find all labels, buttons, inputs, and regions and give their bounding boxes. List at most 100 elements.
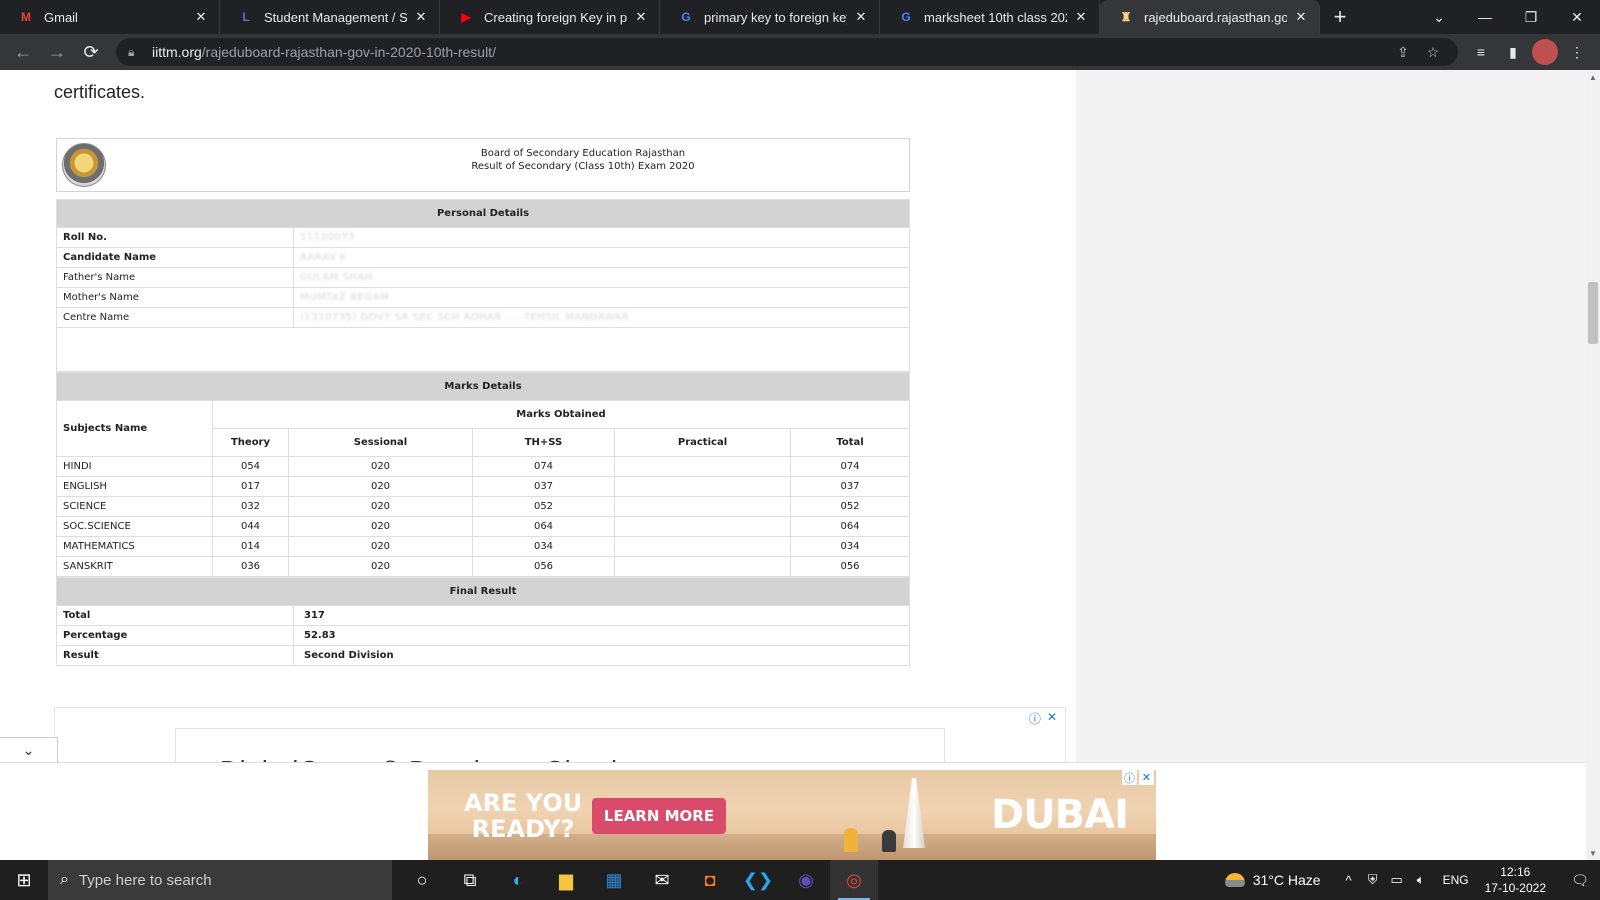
banner-close-icon[interactable]: ✕ — [1139, 770, 1154, 785]
notifications-icon[interactable]: 🗨︎ — [1560, 872, 1600, 889]
total-marks: 064 — [790, 516, 910, 537]
marks-details-heading: Marks Details — [56, 372, 910, 401]
final-row: Percentage 52.83 — [56, 625, 910, 646]
scroll-down-arrow[interactable]: ▼ — [1586, 846, 1600, 860]
sessional-marks: 020 — [288, 456, 473, 477]
sticky-ad-bar: ARE YOU READY? LEARN MORE DUBAI ⓘ ✕ — [0, 762, 1586, 860]
chrome-icon[interactable]: ◎ — [830, 860, 878, 900]
tab-title: Creating foreign Key in phpM — [484, 9, 627, 25]
menu-icon[interactable]: ⋮ — [1564, 39, 1590, 65]
browser-tab[interactable]: M Gmail ✕ — [0, 0, 220, 34]
minimize-button[interactable]: — — [1462, 0, 1508, 34]
share-icon[interactable]: ⇪ — [1390, 39, 1416, 65]
theory-marks: 032 — [212, 496, 289, 517]
back-button[interactable]: ← — [8, 37, 38, 67]
final-result-heading: Final Result — [56, 577, 910, 606]
tab-close-icon[interactable]: ✕ — [1293, 9, 1309, 25]
learn-more-button[interactable]: LEARN MORE — [592, 798, 726, 834]
browser-tab[interactable]: ▶ Creating foreign Key in phpM ✕ — [440, 0, 660, 34]
weather-widget[interactable]: 31°C Haze — [1224, 872, 1321, 888]
banner-ad-controls: ⓘ ✕ — [1122, 770, 1154, 785]
lead-paragraph: certificates. — [54, 82, 146, 102]
personal-label: Candidate Name — [56, 247, 294, 268]
restore-button[interactable]: ❐ — [1508, 0, 1554, 34]
forward-button[interactable]: → — [42, 37, 72, 67]
vscode-icon[interactable]: ❮❯ — [734, 860, 782, 900]
taskbar-search-box[interactable]: ⌕ Type here to search — [48, 860, 392, 900]
profile-avatar[interactable] — [1532, 39, 1558, 65]
clock-time: 12:16 — [1500, 865, 1531, 879]
reload-button[interactable]: ⟳ — [76, 37, 106, 67]
youtube-icon: ▶ — [461, 10, 471, 24]
close-window-button[interactable]: ✕ — [1554, 0, 1600, 34]
tab-title: marksheet 10th class 2022 - C — [924, 9, 1067, 25]
exam-name: Result of Secondary (Class 10th) Exam 20… — [471, 161, 695, 172]
address-bar[interactable]: 🔒︎ iittm.org /rajeduboard-rajasthan-gov-… — [116, 38, 1458, 66]
final-result-table: Final Result Total 317 Percentage 52.83 Resu… — [56, 577, 910, 666]
tab-close-icon[interactable]: ✕ — [413, 9, 429, 25]
col-marks-obtained: Marks Obtained — [212, 400, 910, 429]
personal-row: Mother's Name MUMTAZ BEGAM — [56, 287, 910, 308]
bookmark-star-icon[interactable]: ☆ — [1420, 39, 1446, 65]
scroll-thumb[interactable] — [1588, 282, 1598, 344]
final-label: Percentage — [56, 625, 294, 646]
personal-label: Father's Name — [56, 267, 294, 288]
eclipse-icon[interactable]: ◉ — [782, 860, 830, 900]
file-explorer-icon[interactable]: ▆ — [542, 860, 590, 900]
browser-tab[interactable]: Gmarksheet 10th class 2022 - C ✕ — [880, 0, 1100, 34]
clock-date: 17-10-2022 — [1484, 881, 1546, 895]
tab-close-icon[interactable]: ✕ — [1073, 9, 1089, 25]
browser-tab[interactable]: ♜ rajeduboard.rajasthan.gov.in ✕ — [1100, 0, 1320, 34]
marksheet-header: Board of Secondary Education Rajasthan R… — [56, 138, 910, 192]
cortana-icon[interactable]: ○ — [398, 860, 446, 900]
browser-tab[interactable]: L Student Management / Stude ✕ — [220, 0, 440, 34]
security-icon[interactable]: ⛨ — [1361, 872, 1385, 888]
mail-icon[interactable]: ✉ — [638, 860, 686, 900]
practical-marks — [614, 476, 791, 497]
new-tab-button[interactable]: + — [1326, 0, 1354, 34]
xampp-icon[interactable]: ◘ — [686, 860, 734, 900]
search-icon: ⌕ — [60, 871, 69, 888]
edge-icon[interactable]: ◐ — [494, 860, 542, 900]
network-icon[interactable]: ▭ — [1385, 872, 1409, 888]
rajasthan-icon: ♜ — [1120, 10, 1132, 24]
subject-row: SCIENCE 032 020 052 052 — [56, 496, 910, 517]
ad-info-icon[interactable]: ⓘ — [1029, 710, 1041, 727]
redacted-value: GULAM SHAH — [300, 272, 373, 283]
personal-label: Mother's Name — [56, 287, 294, 308]
practical-marks — [614, 496, 791, 517]
windows-start-icon[interactable]: ⊞ — [0, 860, 48, 900]
browser-tab-strip: M Gmail ✕ L Student Management / Stude ✕ ▶ Crea… — [0, 0, 1600, 34]
volume-icon[interactable]: 🔈︎ — [1409, 872, 1433, 888]
reading-list-icon[interactable]: ≡ — [1468, 39, 1494, 65]
ad-close-icon[interactable]: ✕ — [1047, 710, 1057, 727]
final-value: 52.83 — [293, 625, 910, 646]
clock[interactable]: 12:16 17-10-2022 — [1485, 864, 1546, 896]
toolbar-actions: ≡ ▮ ⋮ — [1468, 39, 1590, 65]
page-scrollbar[interactable]: ▲ ▼ — [1586, 70, 1600, 860]
language-indicator[interactable]: ENG — [1443, 873, 1469, 887]
col-thss: TH+SS — [472, 428, 615, 457]
task-view-icon[interactable]: ⧉ — [446, 860, 494, 900]
redacted-value: MUMTAZ BEGAM — [300, 292, 390, 303]
col-practical: Practical — [614, 428, 791, 457]
final-value: Second Division — [293, 645, 910, 666]
scroll-up-arrow[interactable]: ▲ — [1586, 70, 1600, 84]
ad-controls: ⓘ ✕ — [1029, 710, 1057, 727]
final-label: Result — [56, 645, 294, 666]
tray-overflow-icon[interactable]: ^ — [1337, 873, 1361, 888]
subject-row: MATHEMATICS 014 020 034 034 — [56, 536, 910, 557]
banner-info-icon[interactable]: ⓘ — [1122, 770, 1137, 785]
banner-ad[interactable]: ARE YOU READY? LEARN MORE DUBAI ⓘ ✕ — [428, 770, 1156, 860]
microsoft-store-icon[interactable]: ▦ — [590, 860, 638, 900]
subject-row: HINDI 054 020 074 074 — [56, 456, 910, 477]
tab-close-icon[interactable]: ✕ — [853, 9, 869, 25]
redacted-value: 11120073 — [300, 232, 355, 243]
tab-close-icon[interactable]: ✕ — [193, 9, 209, 25]
tab-search-icon[interactable]: ⌄ — [1416, 0, 1462, 34]
collapse-ad-button[interactable]: ⌄ — [0, 737, 58, 763]
side-panel-icon[interactable]: ▮ — [1500, 39, 1526, 65]
browser-tab[interactable]: Gprimary key to foreign key in ✕ — [660, 0, 880, 34]
tab-close-icon[interactable]: ✕ — [633, 9, 649, 25]
sessional-marks: 020 — [288, 536, 473, 557]
